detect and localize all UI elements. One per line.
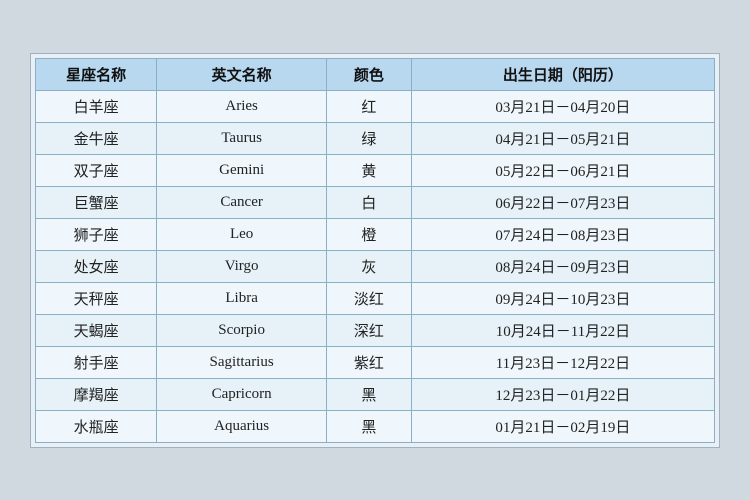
cell-chinese: 处女座 <box>36 250 157 282</box>
header-chinese: 星座名称 <box>36 58 157 90</box>
cell-chinese: 摩羯座 <box>36 378 157 410</box>
cell-color: 淡红 <box>327 282 412 314</box>
header-date: 出生日期（阳历） <box>411 58 714 90</box>
cell-english: Taurus <box>157 122 327 154</box>
table-row: 天蝎座Scorpio深红10月24日－11月22日 <box>36 314 715 346</box>
cell-english: Cancer <box>157 186 327 218</box>
cell-chinese: 射手座 <box>36 346 157 378</box>
cell-chinese: 白羊座 <box>36 90 157 122</box>
table-row: 处女座Virgo灰08月24日－09月23日 <box>36 250 715 282</box>
cell-chinese: 金牛座 <box>36 122 157 154</box>
cell-english: Capricorn <box>157 378 327 410</box>
cell-date: 08月24日－09月23日 <box>411 250 714 282</box>
header-color: 颜色 <box>327 58 412 90</box>
table-row: 天秤座Libra淡红09月24日－10月23日 <box>36 282 715 314</box>
cell-date: 11月23日－12月22日 <box>411 346 714 378</box>
cell-date: 03月21日－04月20日 <box>411 90 714 122</box>
cell-date: 09月24日－10月23日 <box>411 282 714 314</box>
cell-chinese: 巨蟹座 <box>36 186 157 218</box>
zodiac-table: 星座名称 英文名称 颜色 出生日期（阳历） 白羊座Aries红03月21日－04… <box>35 58 715 443</box>
zodiac-table-container: 星座名称 英文名称 颜色 出生日期（阳历） 白羊座Aries红03月21日－04… <box>30 53 720 448</box>
cell-color: 红 <box>327 90 412 122</box>
header-english: 英文名称 <box>157 58 327 90</box>
cell-chinese: 水瓶座 <box>36 410 157 442</box>
cell-color: 深红 <box>327 314 412 346</box>
cell-english: Aries <box>157 90 327 122</box>
cell-english: Scorpio <box>157 314 327 346</box>
cell-english: Leo <box>157 218 327 250</box>
cell-chinese: 天秤座 <box>36 282 157 314</box>
cell-date: 10月24日－11月22日 <box>411 314 714 346</box>
table-row: 摩羯座Capricorn黑12月23日－01月22日 <box>36 378 715 410</box>
cell-date: 04月21日－05月21日 <box>411 122 714 154</box>
table-row: 水瓶座Aquarius黑01月21日－02月19日 <box>36 410 715 442</box>
table-header-row: 星座名称 英文名称 颜色 出生日期（阳历） <box>36 58 715 90</box>
cell-color: 橙 <box>327 218 412 250</box>
cell-color: 黄 <box>327 154 412 186</box>
cell-color: 黑 <box>327 410 412 442</box>
cell-date: 12月23日－01月22日 <box>411 378 714 410</box>
cell-color: 白 <box>327 186 412 218</box>
table-row: 双子座Gemini黄05月22日－06月21日 <box>36 154 715 186</box>
cell-color: 黑 <box>327 378 412 410</box>
cell-chinese: 狮子座 <box>36 218 157 250</box>
table-row: 金牛座Taurus绿04月21日－05月21日 <box>36 122 715 154</box>
cell-color: 灰 <box>327 250 412 282</box>
cell-english: Libra <box>157 282 327 314</box>
cell-english: Sagittarius <box>157 346 327 378</box>
table-row: 巨蟹座Cancer白06月22日－07月23日 <box>36 186 715 218</box>
cell-date: 06月22日－07月23日 <box>411 186 714 218</box>
table-row: 狮子座Leo橙07月24日－08月23日 <box>36 218 715 250</box>
cell-chinese: 双子座 <box>36 154 157 186</box>
table-row: 射手座Sagittarius紫红11月23日－12月22日 <box>36 346 715 378</box>
cell-color: 绿 <box>327 122 412 154</box>
cell-english: Virgo <box>157 250 327 282</box>
cell-date: 07月24日－08月23日 <box>411 218 714 250</box>
cell-chinese: 天蝎座 <box>36 314 157 346</box>
table-row: 白羊座Aries红03月21日－04月20日 <box>36 90 715 122</box>
cell-color: 紫红 <box>327 346 412 378</box>
cell-english: Aquarius <box>157 410 327 442</box>
cell-date: 05月22日－06月21日 <box>411 154 714 186</box>
cell-date: 01月21日－02月19日 <box>411 410 714 442</box>
cell-english: Gemini <box>157 154 327 186</box>
